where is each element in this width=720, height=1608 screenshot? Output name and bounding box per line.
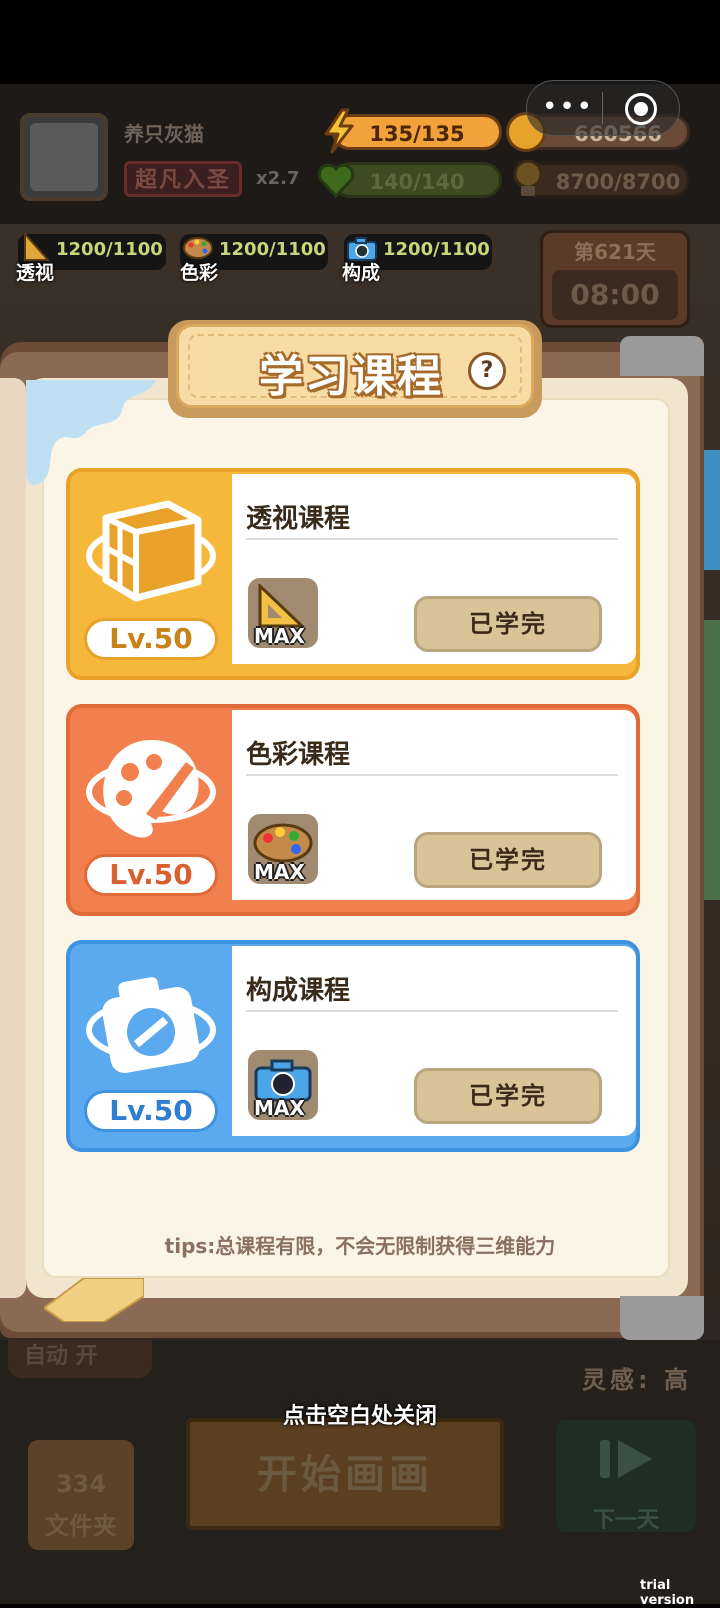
course-name: 构成课程 bbox=[246, 976, 351, 1006]
rank-badge: 超凡入圣 bbox=[124, 161, 242, 197]
attribute-value: 1200/1100 bbox=[219, 239, 326, 260]
book-clip-bottom bbox=[620, 1296, 704, 1340]
top-black-band bbox=[0, 0, 720, 84]
lightbulb-icon bbox=[513, 159, 543, 196]
book-clip-top bbox=[620, 336, 704, 376]
course-divider bbox=[246, 774, 618, 776]
day-time: 08:00 bbox=[552, 270, 678, 320]
bookmark-ribbon bbox=[44, 1278, 144, 1322]
max-badge: MAX bbox=[254, 860, 305, 884]
attribute-label: 透视 bbox=[16, 262, 55, 284]
book-left-page bbox=[0, 378, 26, 1298]
tips-text: tips:总课程有限，不会无限制获得三维能力 bbox=[164, 1234, 556, 1258]
health-bar: 140/140 bbox=[332, 162, 502, 198]
completed-button[interactable]: 已学完 bbox=[414, 1068, 602, 1124]
lightning-icon bbox=[324, 108, 354, 154]
day-title: 第621天 bbox=[574, 240, 656, 264]
cube-icon bbox=[86, 500, 216, 602]
attribute-label: 构成 bbox=[342, 262, 381, 284]
help-button[interactable]: ? bbox=[468, 352, 506, 390]
completed-button[interactable]: 已学完 bbox=[414, 596, 602, 652]
course-name: 色彩课程 bbox=[246, 740, 351, 770]
palette-icon bbox=[183, 237, 213, 259]
auto-toggle[interactable]: 自动 开 bbox=[8, 1340, 152, 1378]
close-target-dot bbox=[634, 102, 648, 116]
completed-button[interactable]: 已学完 bbox=[414, 832, 602, 888]
panel-title: 学习课程 bbox=[259, 351, 443, 402]
attribute-label: 色彩 bbox=[180, 262, 219, 284]
level-badge: Lv.50 bbox=[84, 1090, 218, 1132]
level-badge: Lv.50 bbox=[84, 618, 218, 660]
course-name: 透视课程 bbox=[246, 504, 351, 534]
max-badge: MAX bbox=[254, 624, 305, 648]
more-icon[interactable]: ••• bbox=[542, 92, 592, 126]
multiplier-label: x2.7 bbox=[256, 168, 300, 189]
heart-icon bbox=[317, 163, 355, 199]
course-divider bbox=[246, 1010, 618, 1012]
capsule-divider bbox=[602, 92, 603, 124]
attribute-value: 1200/1100 bbox=[383, 239, 490, 260]
avatar-image bbox=[30, 123, 98, 191]
folder-label: 文件夹 bbox=[45, 1512, 117, 1540]
course-divider bbox=[246, 538, 618, 540]
skip-forward-icon bbox=[600, 1440, 652, 1478]
attribute-value: 1200/1100 bbox=[56, 239, 163, 260]
level-badge: Lv.50 bbox=[84, 854, 218, 896]
folder-count: 334 bbox=[55, 1470, 107, 1498]
palette-icon bbox=[86, 740, 216, 838]
max-badge: MAX bbox=[254, 1096, 305, 1120]
close-hint[interactable]: 点击空白处关闭 bbox=[0, 1398, 720, 1430]
palette-icon bbox=[253, 823, 313, 863]
ruler-icon bbox=[258, 584, 306, 628]
player-name: 养只灰猫 bbox=[124, 122, 204, 146]
start-drawing-label: 开始画画 bbox=[257, 1452, 433, 1498]
inspiration-level: 灵感: 高 bbox=[582, 1366, 692, 1394]
camera-icon bbox=[86, 977, 216, 1074]
next-day-label: 下一天 bbox=[592, 1508, 659, 1533]
